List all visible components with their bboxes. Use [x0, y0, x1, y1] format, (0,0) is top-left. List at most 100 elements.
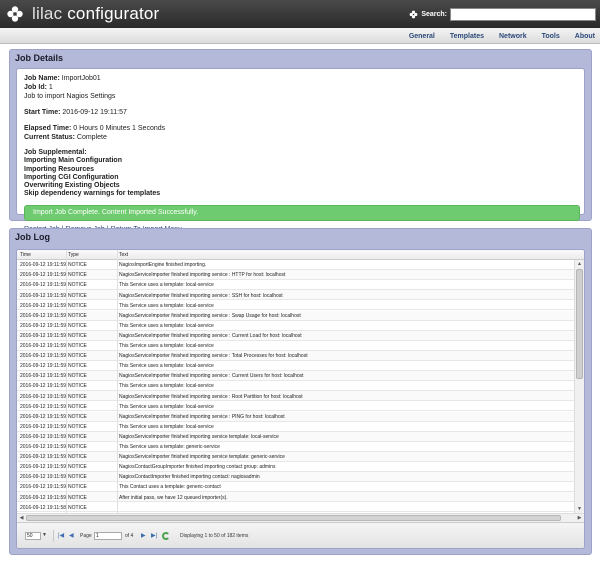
prev-page-icon[interactable]: ◀ [69, 532, 74, 539]
scroll-up-icon[interactable]: ▲ [575, 260, 584, 268]
table-row[interactable]: 2016-09-12 19:11:59 NOTICE This Service us… [17, 280, 574, 291]
cell-time: 2016-09-12 19:11:59 [20, 302, 67, 309]
pager-divider [53, 530, 54, 542]
table-row[interactable]: 2016-09-12 19:11:59 NOTICE This Service us… [17, 422, 574, 432]
cell-text: This Service uses a template: local-serv… [119, 363, 214, 370]
table-row[interactable]: 2016-09-12 19:11:59 NOTICE NagiosContactIm… [17, 472, 574, 483]
cell-text: NagiosServiceImporter finished importing… [119, 454, 285, 461]
cell-text: This Service uses a template: local-serv… [119, 322, 214, 329]
cell-text: NagiosServiceImporter finished importing… [119, 292, 283, 299]
cell-type: NOTICE [68, 423, 87, 430]
scroll-left-icon[interactable]: ◀ [17, 514, 26, 522]
cell-text: NagiosServiceImporter finished importing… [119, 353, 308, 360]
cell-type: NOTICE [68, 373, 87, 380]
table-row[interactable]: 2016-09-12 19:11:59 NOTICE NagiosServiceIm… [17, 391, 574, 402]
nav-about[interactable]: About [575, 33, 595, 40]
table-row[interactable]: 2016-09-12 19:11:59 NOTICE NagiosServiceIm… [17, 371, 574, 382]
table-row[interactable]: 2016-09-12 19:11:59 NOTICE NagiosServiceIm… [17, 290, 574, 301]
page-label: Page [80, 533, 92, 539]
table-row[interactable]: 2016-09-12 19:11:59 NOTICE This Service us… [17, 341, 574, 351]
start-time-value: 2016-09-12 19:11:57 [62, 109, 127, 116]
cell-time: 2016-09-12 19:11:59 [20, 474, 67, 481]
start-time-row: Start Time: 2016-09-12 19:11:57 [24, 109, 127, 116]
table-row[interactable]: 2016-09-12 19:11:59 NOTICE NagiosServiceIm… [17, 411, 574, 422]
cell-type: NOTICE [68, 272, 87, 279]
table-row[interactable]: 2016-09-12 19:11:59 NOTICE NagiosServiceIm… [17, 310, 574, 321]
job-log-grid: Time Type Text 2016-09-12 19:11:59 NOTICE… [16, 249, 585, 549]
cell-time: 2016-09-12 19:11:59 [20, 413, 67, 420]
vertical-scrollbar[interactable]: ▲ ▼ [574, 260, 584, 513]
chevron-down-icon[interactable]: ▼ [42, 532, 47, 538]
grid-rows: 2016-09-12 19:11:59 NOTICE NagiosImportEng… [17, 260, 574, 513]
cell-type: NOTICE [68, 343, 87, 350]
table-row[interactable]: 2016-09-12 19:11:59 NOTICE This Service us… [17, 401, 574, 412]
table-row[interactable]: 2016-09-12 19:11:59 NOTICE NagiosServiceIm… [17, 330, 574, 341]
column-divider [66, 250, 67, 513]
search-input[interactable] [450, 7, 596, 21]
nav-tools[interactable]: Tools [542, 33, 560, 40]
job-name-row: Job Name: ImportJob01 [24, 75, 101, 82]
column-header-type[interactable]: Type [68, 252, 79, 258]
table-row[interactable]: 2016-09-12 19:11:59 NOTICE This Service us… [17, 381, 574, 392]
cell-time: 2016-09-12 19:11:59 [20, 494, 67, 501]
scroll-right-icon[interactable]: ▶ [575, 514, 584, 522]
cell-type: NOTICE [68, 504, 87, 511]
cell-type: NOTICE [68, 332, 87, 339]
cell-text: This Service uses a template: local-serv… [119, 343, 214, 350]
column-divider [117, 250, 118, 513]
first-page-icon[interactable]: |◀ [58, 532, 64, 539]
cell-type: NOTICE [68, 484, 87, 491]
cell-time: 2016-09-12 19:11:59 [20, 272, 67, 279]
cell-time: 2016-09-12 19:11:59 [20, 282, 67, 289]
page-size-select[interactable]: 50 [25, 532, 41, 540]
table-row[interactable]: 2016-09-12 19:11:59 NOTICE This Contact us… [17, 482, 574, 493]
job-description: Job to import Nagios Settings [24, 93, 116, 100]
scroll-thumb[interactable] [576, 269, 583, 379]
table-row[interactable]: 2016-09-12 19:11:59 NOTICE NagiosServiceIm… [17, 350, 574, 361]
nav-network[interactable]: Network [499, 33, 527, 40]
horizontal-scrollbar[interactable]: ◀ ▶ [17, 513, 584, 522]
table-row[interactable]: 2016-09-12 19:11:59 NOTICE This Service us… [17, 442, 574, 452]
column-header-time[interactable]: Time [20, 252, 31, 258]
table-row[interactable]: 2016-09-12 19:11:59 NOTICE NagiosImportEng… [17, 260, 574, 271]
nav-general[interactable]: General [409, 33, 435, 40]
nav-templates[interactable]: Templates [450, 33, 484, 40]
cell-type: NOTICE [68, 302, 87, 309]
cell-time: 2016-09-12 19:11:59 [20, 444, 67, 451]
supplemental-item: Overwriting Existing Objects [24, 182, 120, 190]
cell-text: This Contact uses a template: generic-co… [119, 484, 221, 491]
column-header-text[interactable]: Text [119, 252, 128, 258]
page-count: of 4 [125, 533, 134, 539]
next-page-icon[interactable]: ▶ [141, 532, 146, 539]
last-page-icon[interactable]: ▶| [151, 532, 157, 539]
cell-type: NOTICE [68, 393, 87, 400]
scroll-down-icon[interactable]: ▼ [575, 505, 584, 513]
elapsed-time-value: 0 Hours 0 Minutes 1 Seconds [73, 125, 166, 132]
table-row[interactable]: 2016-09-12 19:11:58 NOTICE [17, 502, 574, 513]
page-number-input[interactable]: 1 [94, 532, 122, 540]
cell-text: This Service uses a template: local-serv… [119, 302, 214, 309]
table-row[interactable]: 2016-09-12 19:11:59 NOTICE NagiosServiceIm… [17, 431, 574, 442]
app-logo[interactable]: lilac configurator [6, 4, 159, 24]
cell-type: NOTICE [68, 292, 87, 299]
table-row[interactable]: 2016-09-12 19:11:59 NOTICE After initial p… [17, 492, 574, 503]
elapsed-time-row: Elapsed Time: 0 Hours 0 Minutes 1 Second… [24, 125, 166, 132]
table-row[interactable]: 2016-09-12 19:11:59 NOTICE This Service us… [17, 361, 574, 372]
cell-type: NOTICE [68, 322, 87, 329]
supplemental-item: Importing Main Configuration [24, 157, 122, 165]
cell-time: 2016-09-12 19:11:59 [20, 484, 67, 491]
horizontal-scroll-thumb[interactable] [26, 515, 561, 521]
refresh-icon[interactable] [162, 532, 170, 540]
table-row[interactable]: 2016-09-12 19:11:59 NOTICE NagiosServiceIm… [17, 270, 574, 281]
table-row[interactable]: 2016-09-12 19:11:59 NOTICE This Service us… [17, 300, 574, 311]
cell-text: NagiosServiceImporter finished importing… [119, 373, 304, 380]
table-row[interactable]: 2016-09-12 19:11:59 NOTICE NagiosContactGr… [17, 462, 574, 473]
cell-time: 2016-09-12 19:11:59 [20, 332, 67, 339]
cell-type: NOTICE [68, 464, 87, 471]
cell-time: 2016-09-12 19:11:59 [20, 433, 67, 440]
table-row[interactable]: 2016-09-12 19:11:59 NOTICE NagiosServiceIm… [17, 451, 574, 462]
cell-type: NOTICE [68, 403, 87, 410]
cell-text: This Service uses a template: local-serv… [119, 423, 214, 430]
cell-time: 2016-09-12 19:11:59 [20, 353, 67, 360]
table-row[interactable]: 2016-09-12 19:11:59 NOTICE This Service us… [17, 321, 574, 331]
